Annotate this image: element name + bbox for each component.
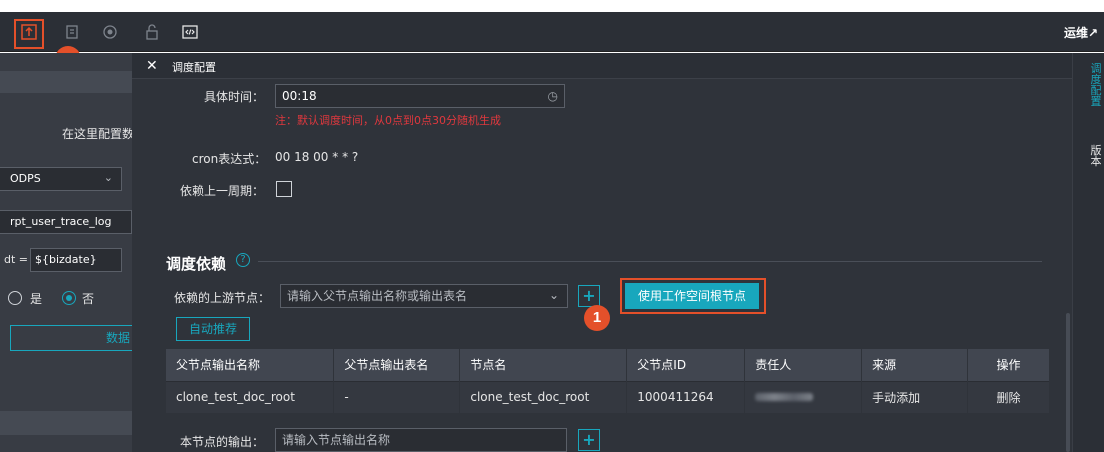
col-header: 来源 xyxy=(861,349,969,381)
cell-output-table: - xyxy=(333,380,461,413)
col-header: 责任人 xyxy=(744,349,863,381)
depends-prev-checkbox[interactable] xyxy=(276,181,292,197)
upstream-label: 依赖的上游节点： xyxy=(174,291,271,305)
cell-source: 手动添加 xyxy=(861,380,969,413)
delete-link[interactable]: 删除 xyxy=(967,380,1050,413)
submit-icon[interactable] xyxy=(19,22,39,42)
depends-prev-label: 依赖上一周期： xyxy=(180,184,265,198)
copy-icon[interactable] xyxy=(62,22,82,42)
time-note: 注：默认调度时间，从0点到0点30分随机生成 xyxy=(275,114,501,127)
add-output-button[interactable]: + xyxy=(578,429,600,451)
db-type-select[interactable]: ODPS ⌄ xyxy=(0,167,122,191)
specific-time-value: 00:18 xyxy=(282,89,317,103)
clock-icon: ◷ xyxy=(547,89,558,103)
specific-time-label: 具体时间： xyxy=(204,90,265,104)
radio-no-label: 否 xyxy=(82,292,95,306)
partition-prefix: dt = xyxy=(4,253,29,266)
specific-time-input[interactable]: 00:18 ◷ xyxy=(275,84,565,108)
close-icon[interactable]: ✕ xyxy=(146,58,158,74)
output-label: 本节点的输出： xyxy=(180,435,265,449)
cell-owner xyxy=(744,380,863,413)
unlock-icon[interactable] xyxy=(142,22,162,42)
top-toolbar: 运维↗ xyxy=(0,12,1104,52)
col-header: 父节点输出名称 xyxy=(166,349,335,381)
code-icon[interactable] xyxy=(180,22,200,42)
left-panel-band xyxy=(0,71,132,93)
owner-redacted xyxy=(755,393,814,402)
tab-schedule-config[interactable]: 调度配置 xyxy=(1089,63,1103,107)
left-config-panel: 在这里配置数据 ODPS ⌄ rpt_user_trace_log dt = $… xyxy=(0,53,146,452)
dependency-table: 父节点输出名称 父节点输出表名 节点名 父节点ID 责任人 来源 操作 clon… xyxy=(166,349,1050,413)
cell-node-name: clone_test_doc_root xyxy=(459,380,628,413)
circle-icon[interactable] xyxy=(100,22,120,42)
schedule-config-panel: ✕ 调度配置 具体时间： 00:18 ◷ 注：默认调度时间，从0点到0点30分随… xyxy=(132,53,1072,452)
section-title: 调度依赖 xyxy=(166,255,227,273)
chevron-down-icon: ⌄ xyxy=(103,171,113,184)
col-header: 节点名 xyxy=(459,349,628,381)
cell-parent-id-link[interactable]: 1000411264 xyxy=(626,380,746,413)
step-badge-1: 1 xyxy=(584,305,610,331)
db-type-value: ODPS xyxy=(10,172,41,185)
left-panel-band-2 xyxy=(0,411,132,435)
col-header: 父节点ID xyxy=(626,349,746,381)
upstream-placeholder: 请输入父节点输出名称或输出表名 xyxy=(287,289,468,303)
table-header-row: 父节点输出名称 父节点输出表名 节点名 父节点ID 责任人 来源 操作 xyxy=(166,349,1050,381)
col-header: 操作 xyxy=(967,349,1050,381)
table-row: clone_test_doc_root - clone_test_doc_roo… xyxy=(166,380,1050,413)
panel-header: ✕ 调度配置 xyxy=(132,53,1072,79)
chevron-down-icon: ⌄ xyxy=(548,288,559,302)
cron-value: 00 18 00 * * ? xyxy=(275,150,359,164)
tab-version[interactable]: 版本 xyxy=(1089,145,1103,167)
add-upstream-button[interactable]: + xyxy=(578,285,600,307)
radio-no[interactable] xyxy=(62,291,76,305)
ops-link[interactable]: 运维↗ xyxy=(1064,24,1098,41)
right-side-tabs: 调度配置 版本 xyxy=(1072,53,1104,452)
scrollbar[interactable] xyxy=(1066,313,1070,452)
use-root-node-button[interactable]: 使用工作空间根节点 xyxy=(625,283,759,309)
col-header: 父节点输出表名 xyxy=(333,349,461,381)
help-icon[interactable]: ? xyxy=(236,253,250,267)
radio-yes-label: 是 xyxy=(30,292,43,306)
output-input[interactable]: 请输入节点输出名称 xyxy=(275,428,567,452)
data-button[interactable]: 数据 xyxy=(10,325,132,351)
upstream-input[interactable]: 请输入父节点输出名称或输出表名 ⌄ xyxy=(280,284,568,308)
section-divider xyxy=(258,261,1042,262)
auto-recommend-button[interactable]: 自动推荐 xyxy=(176,317,250,341)
partition-value-field[interactable]: ${bizdate} xyxy=(30,248,122,272)
radio-yes[interactable] xyxy=(8,291,22,305)
table-name-field[interactable]: rpt_user_trace_log xyxy=(0,210,132,234)
panel-title: 调度配置 xyxy=(172,61,216,74)
cron-label: cron表达式： xyxy=(192,152,267,166)
cell-output-name: clone_test_doc_root xyxy=(166,380,335,413)
